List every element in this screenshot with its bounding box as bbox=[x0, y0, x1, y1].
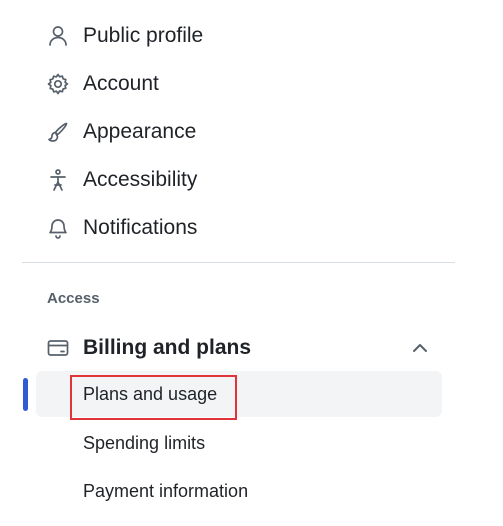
credit-card-icon bbox=[46, 336, 70, 360]
divider bbox=[22, 262, 455, 263]
bell-icon bbox=[46, 216, 70, 240]
chevron-up-icon[interactable] bbox=[408, 336, 432, 360]
sidebar-subitem-payment-information[interactable]: Payment information bbox=[36, 468, 442, 514]
active-indicator bbox=[23, 378, 28, 411]
sidebar-item-label: Appearance bbox=[83, 120, 197, 143]
sidebar-subitem-label: Spending limits bbox=[83, 433, 206, 453]
paintbrush-icon bbox=[46, 120, 70, 144]
highlight-annotation-box bbox=[70, 375, 237, 420]
sidebar-subitem-spending-limits[interactable]: Spending limits bbox=[36, 420, 442, 466]
sidebar-item-accessibility[interactable]: Accessibility bbox=[36, 158, 442, 202]
sidebar-item-account[interactable]: Account bbox=[36, 62, 442, 106]
sidebar-item-notifications[interactable]: Notifications bbox=[36, 206, 442, 250]
person-icon bbox=[46, 24, 70, 48]
sidebar-group-label: Billing and plans bbox=[83, 336, 252, 359]
sidebar-item-label: Account bbox=[83, 72, 159, 95]
section-heading-access: Access bbox=[47, 290, 100, 307]
sidebar-item-appearance[interactable]: Appearance bbox=[36, 110, 442, 154]
sidebar-item-label: Accessibility bbox=[83, 168, 198, 191]
sidebar-item-label: Public profile bbox=[83, 24, 204, 47]
sidebar-subitem-label: Payment information bbox=[83, 481, 249, 501]
sidebar-item-label: Notifications bbox=[83, 216, 198, 239]
sidebar-item-public-profile[interactable]: Public profile bbox=[36, 14, 442, 58]
gear-icon bbox=[46, 72, 70, 96]
settings-sidebar: Public profile Account Appearance Access… bbox=[0, 0, 503, 526]
accessibility-icon bbox=[46, 168, 70, 192]
sidebar-group-billing-and-plans[interactable]: Billing and plans bbox=[36, 326, 442, 370]
